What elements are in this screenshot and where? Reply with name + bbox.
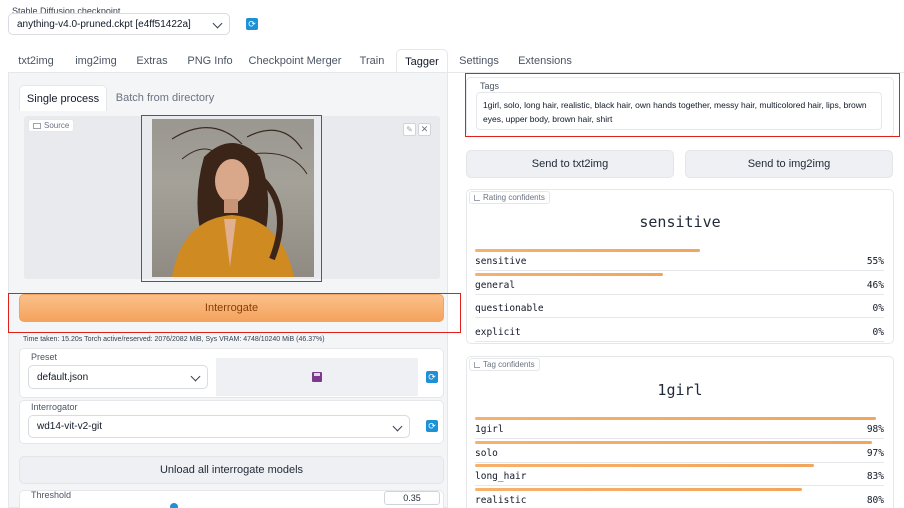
rating-row-bar-1 (475, 272, 663, 276)
bar-chart-icon (474, 194, 480, 201)
interrogator-value: wd14-vit-v2-git (37, 421, 103, 432)
rating-row-divider-1 (475, 293, 884, 295)
rating-row-pct-2: 0% (872, 303, 884, 314)
rating-row-pct-0: 55% (866, 256, 884, 267)
checkpoint-value: anything-v4.0-pruned.ckpt [e4ff51422a] (17, 18, 191, 30)
tag-row-bar-1 (475, 440, 872, 444)
tag-row-divider-2 (475, 485, 884, 486)
tab-train[interactable]: Train (350, 49, 394, 73)
tag-row-pct-3: 80% (866, 494, 884, 506)
tag-row-pct-0: 98% (866, 424, 884, 435)
rating-row-name-0: sensitive (475, 256, 527, 267)
tag-row-name-1: solo (475, 447, 498, 459)
tag-row-name-0: 1girl (475, 424, 504, 435)
tag-row-bar-2 (475, 464, 814, 467)
image-icon (33, 122, 41, 129)
portrait-image (152, 119, 314, 277)
send-to-txt2img-button[interactable]: Send to txt2img (466, 150, 674, 178)
threshold-slider-handle[interactable] (170, 503, 178, 508)
tab-png-info[interactable]: PNG Info (180, 49, 240, 73)
threshold-value-input[interactable]: 0.35 (384, 491, 440, 505)
rating-row-name-3: explicit (475, 326, 521, 338)
save-preset-button[interactable] (216, 358, 418, 396)
interrogate-button[interactable]: Interrogate (19, 294, 444, 322)
rating-row-name-2: questionable (475, 303, 544, 314)
tag-conf-top-label: 1girl (657, 381, 703, 399)
rating-row-divider-3 (475, 340, 884, 342)
tab-extensions[interactable]: Extensions (512, 49, 578, 73)
tag-row-bar-3 (475, 487, 802, 491)
tab-tagger[interactable]: Tagger (396, 49, 448, 73)
source-label: Source (28, 119, 75, 132)
subtab-single-process[interactable]: Single process (19, 85, 107, 111)
tags-output[interactable]: 1girl, solo, long hair, realistic, black… (476, 92, 882, 130)
interrogator-select[interactable]: wd14-vit-v2-git (28, 415, 410, 438)
rating-top-label: sensitive (639, 213, 721, 231)
tab-checkpoint-merger[interactable]: Checkpoint Merger (244, 49, 346, 73)
tag-conf-label: Tag confidents (469, 358, 540, 371)
edit-icon[interactable]: ✎ (403, 123, 416, 136)
refresh-interrogator-icon[interactable]: ⟳ (426, 420, 438, 432)
subtab-batch[interactable]: Batch from directory (112, 85, 218, 111)
tag-row-divider-0 (475, 438, 884, 439)
threshold-block (19, 490, 444, 508)
preset-select[interactable]: default.json (28, 365, 208, 389)
interrogator-label: Interrogator (31, 402, 78, 412)
rating-row-name-1: general (475, 279, 516, 291)
tag-row-pct-1: 97% (866, 447, 884, 459)
tab-settings[interactable]: Settings (452, 49, 506, 73)
rating-row-pct-1: 46% (866, 279, 884, 291)
tags-label: Tags (480, 81, 500, 91)
tag-row-pct-2: 83% (866, 471, 884, 482)
send-to-img2img-button[interactable]: Send to img2img (685, 150, 893, 178)
refresh-preset-icon[interactable]: ⟳ (426, 371, 438, 383)
tag-row-name-2: long_hair (475, 471, 527, 482)
rating-label: Rating confidents (469, 191, 550, 204)
chevron-down-icon (212, 18, 223, 29)
rating-row-divider-2 (475, 317, 884, 318)
preset-label: Preset (31, 352, 58, 362)
chevron-down-icon (190, 371, 201, 382)
status-text: Time taken: 15.20s Torch active/reserved… (23, 336, 325, 343)
tab-img2img[interactable]: img2img (68, 49, 124, 73)
tab-txt2img[interactable]: txt2img (8, 49, 64, 73)
rating-row-pct-3: 0% (872, 326, 884, 338)
rating-row-divider-0 (475, 270, 884, 271)
tag-row-bar-0 (475, 417, 876, 420)
tab-extras[interactable]: Extras (128, 49, 176, 73)
threshold-label: Threshold (31, 490, 72, 500)
preset-value: default.json (37, 371, 89, 383)
close-icon[interactable]: ✕ (418, 123, 431, 136)
unload-models-button[interactable]: Unload all interrogate models (19, 456, 444, 484)
refresh-checkpoint-icon[interactable]: ⟳ (246, 18, 258, 30)
tag-row-name-3: realistic (475, 494, 527, 506)
bar-chart-icon (474, 361, 480, 368)
checkpoint-select[interactable]: anything-v4.0-pruned.ckpt [e4ff51422a] (8, 13, 230, 35)
tag-row-divider-1 (475, 461, 884, 463)
chevron-down-icon (392, 421, 403, 431)
portrait-drawing (171, 127, 308, 277)
floppy-save-icon (312, 372, 322, 382)
rating-row-bar-0 (475, 249, 700, 252)
